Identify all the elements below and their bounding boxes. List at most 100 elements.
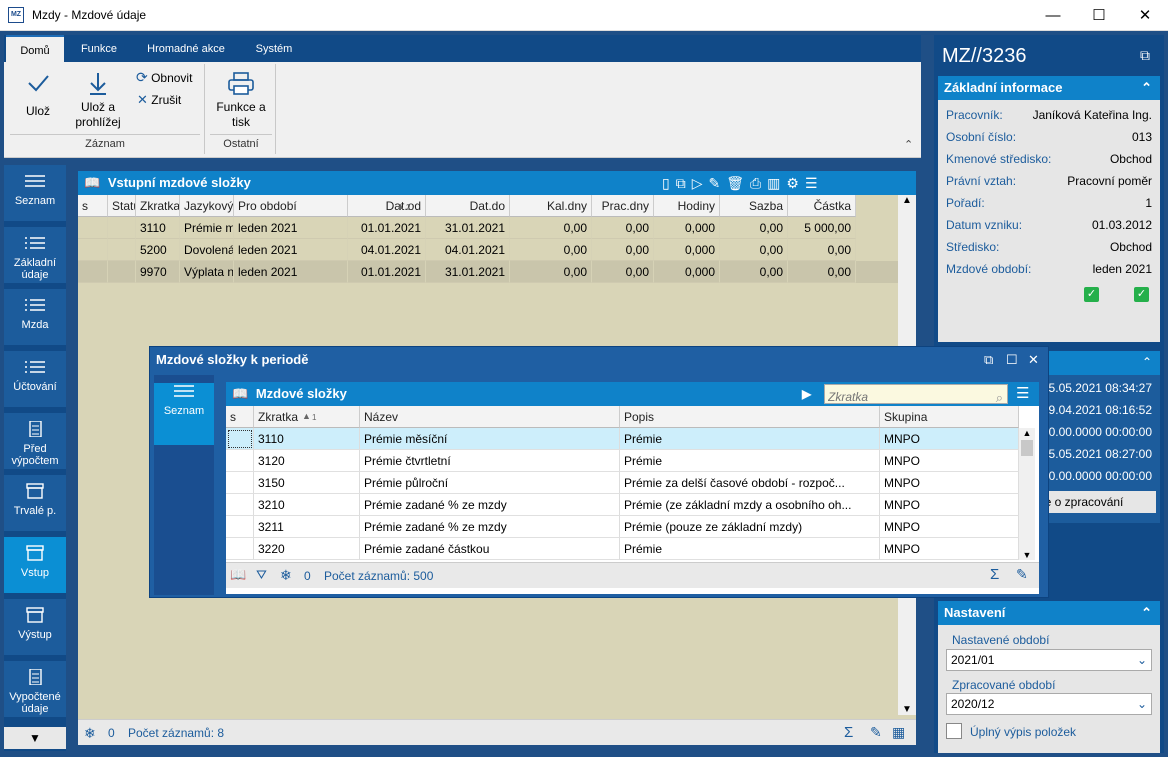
nav-list[interactable]: Seznam xyxy=(4,165,66,224)
refresh-button[interactable]: ⟳ Obnovit xyxy=(136,68,192,86)
collapse-ribbon-icon[interactable]: ⌃ xyxy=(904,138,913,151)
search-input[interactable] xyxy=(825,388,985,406)
column-header[interactable]: Pro období xyxy=(234,195,348,217)
info-key: Právní vztah: xyxy=(946,174,1017,188)
table-cell: Prémie zadané % ze mzdy xyxy=(360,516,620,538)
info-value: 01.03.2012 xyxy=(1091,218,1152,232)
table-cell: 0,000 xyxy=(654,261,720,283)
tab-bulk-actions[interactable]: Hromadné akce xyxy=(136,35,236,62)
proc-period-label: Zpracované období xyxy=(952,678,1056,692)
table-cell: 3120 xyxy=(254,450,360,472)
nav-label: Základní xyxy=(13,257,57,269)
minimize-button[interactable]: — xyxy=(1030,0,1076,31)
close-button[interactable]: ✕ xyxy=(1122,0,1168,31)
calculator-icon[interactable]: ▦ xyxy=(892,724,905,741)
full-list-checkbox[interactable] xyxy=(946,723,962,739)
column-header[interactable]: Název xyxy=(360,406,620,428)
nav-label: Před xyxy=(23,443,47,455)
set-period-select[interactable]: 2021/01 ⌄ xyxy=(946,649,1152,671)
column-header[interactable]: Prac.dny xyxy=(592,195,654,217)
snowflake-icon[interactable]: ❄ xyxy=(84,725,96,742)
table-cell: 0,00 xyxy=(720,261,788,283)
external-link-icon[interactable]: ⧉ xyxy=(1140,47,1150,64)
table-cell xyxy=(108,261,136,283)
edit-icon[interactable]: ✎ xyxy=(1016,566,1028,583)
tab-functions[interactable]: Funkce xyxy=(70,35,128,62)
info-value: 013 xyxy=(1131,130,1152,144)
info-row: Pracovník: Janíková Kateřina Ing. xyxy=(938,104,1160,126)
column-header[interactable]: Popis xyxy=(620,406,880,428)
proc-period-value: 2020/12 xyxy=(951,697,995,711)
set-period-value: 2021/01 xyxy=(951,653,995,667)
refresh-icon: ⟳ xyxy=(136,69,148,85)
filter-icon[interactable]: ⛛ xyxy=(256,567,267,583)
nav-before-calc[interactable]: Před výpočtem xyxy=(4,413,66,472)
proc-period-select[interactable]: 2020/12 ⌄ xyxy=(946,693,1152,715)
dialog-footer: 📖 ⛛ ❄ 0 Počet záznamů: 500 Σ ✎ xyxy=(226,562,1039,588)
nav-output[interactable]: Výstup xyxy=(4,599,66,658)
nav-accounting[interactable]: Účtování xyxy=(4,351,66,410)
collapse-icon[interactable]: ⌃ xyxy=(1141,601,1152,625)
play-icon[interactable]: ▶ xyxy=(802,382,811,406)
box-icon xyxy=(26,607,44,623)
book-icon[interactable]: 📖 xyxy=(230,567,246,583)
dialog-scrollbar[interactable]: ▲ ▼ xyxy=(1019,428,1035,560)
table-cell: 3220 xyxy=(254,538,360,560)
tab-system[interactable]: Systém xyxy=(244,35,304,62)
save-button[interactable]: Ulož xyxy=(16,72,60,119)
maximize-icon[interactable]: ☐ xyxy=(1006,347,1018,373)
tab-home[interactable]: Domů xyxy=(6,35,64,62)
table-cell: 04.01.2021 xyxy=(348,239,426,261)
table-cell: 01.01.2021 xyxy=(348,217,426,239)
table-cell: 3110 xyxy=(254,428,360,450)
column-header[interactable]: Jazykový název xyxy=(180,195,234,217)
dialog-nav-list[interactable]: Seznam xyxy=(154,383,214,445)
column-header[interactable]: Dat.do xyxy=(426,195,510,217)
save-and-browse-button[interactable]: Ulož a prohlížej xyxy=(70,70,126,130)
menu-icon xyxy=(25,175,45,187)
nav-permanent[interactable]: Trvalé p. xyxy=(4,475,66,534)
column-header[interactable]: Skupina xyxy=(880,406,1019,428)
functions-print-button[interactable]: Funkce a tisk xyxy=(210,70,272,130)
nav-more-button[interactable]: ▼ xyxy=(4,727,66,749)
cancel-button[interactable]: ✕ Zrušit xyxy=(137,91,181,109)
edit-icon[interactable]: ✎ xyxy=(870,724,882,741)
save-label: Ulož xyxy=(25,104,50,118)
column-header[interactable]: s xyxy=(226,406,254,428)
sum-icon[interactable]: Σ xyxy=(844,724,853,741)
nav-calculated[interactable]: Vypočtené údaje xyxy=(4,661,66,720)
column-header[interactable]: Dat.od xyxy=(348,195,426,217)
sum-icon[interactable]: Σ xyxy=(990,566,999,583)
log-entry: 00.00.0000 00:00:00 xyxy=(1041,469,1152,483)
filter-count: 0 xyxy=(108,726,115,740)
restore-icon[interactable]: ⧉ xyxy=(984,347,993,373)
column-header[interactable]: Částka xyxy=(788,195,856,217)
table-cell: 0,00 xyxy=(788,261,856,283)
search-box[interactable]: ⌕ xyxy=(824,384,1008,406)
panel-toolbar[interactable]: ▯⧉▷✎🗑⎙▥⚙☰ xyxy=(662,171,824,195)
info-key: Kmenové středisko: xyxy=(946,152,1052,166)
column-header[interactable]: Status xyxy=(108,195,136,217)
table-cell: 0,00 xyxy=(510,261,592,283)
table-cell: MNPO xyxy=(880,428,1019,450)
log-entry: 2 25.05.2021 08:27:00 xyxy=(1031,447,1152,461)
collapse-icon[interactable]: ⌃ xyxy=(1141,76,1152,100)
collapse-icon[interactable]: ⌃ xyxy=(1142,355,1152,369)
column-header[interactable]: Sazba xyxy=(720,195,788,217)
nav-basic-data[interactable]: Základní údaje xyxy=(4,227,66,286)
processing-button[interactable]: je o zpracování xyxy=(1038,491,1156,513)
list-icon xyxy=(25,299,45,311)
snowflake-icon[interactable]: ❄ xyxy=(280,567,292,584)
table-cell: MNPO xyxy=(880,516,1019,538)
maximize-button[interactable]: ☐ xyxy=(1076,0,1122,31)
nav-wage[interactable]: Mzda xyxy=(4,289,66,348)
column-header[interactable]: s xyxy=(78,195,108,217)
column-header[interactable]: Zkratka xyxy=(136,195,180,217)
nav-input[interactable]: Vstup xyxy=(4,537,66,596)
column-header[interactable]: Kal.dny xyxy=(510,195,592,217)
close-icon[interactable]: ✕ xyxy=(1028,347,1039,373)
column-header[interactable]: Hodiny xyxy=(654,195,720,217)
table-cell xyxy=(78,217,108,239)
menu-icon[interactable]: ☰ xyxy=(1016,382,1029,406)
table-cell: 0,000 xyxy=(654,239,720,261)
